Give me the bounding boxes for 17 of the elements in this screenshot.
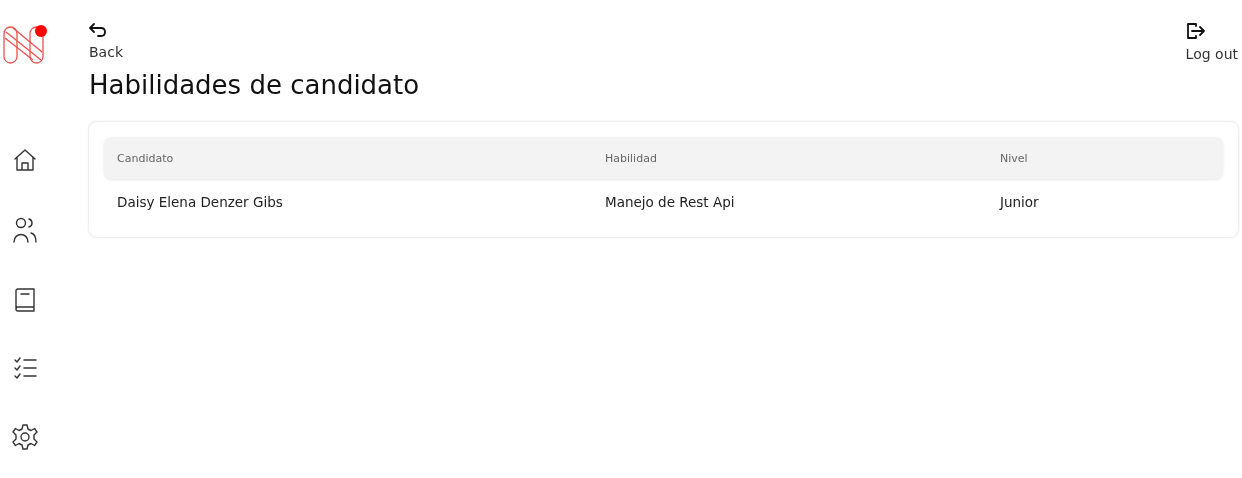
back-button[interactable]: Back (89, 22, 123, 62)
checklist-icon[interactable] (13, 357, 37, 379)
home-icon[interactable] (13, 148, 37, 172)
logout-button[interactable]: Log out (1185, 22, 1238, 62)
users-icon[interactable] (13, 217, 37, 243)
logo-icon (3, 24, 47, 66)
column-header: Habilidad (605, 151, 658, 165)
column-header: Nivel (1000, 151, 1029, 165)
table-cell-text: Manejo de Rest Api (605, 194, 736, 210)
column-header: Candidato (117, 151, 175, 165)
page-title: Habilidades de candidato (89, 70, 421, 100)
table-cell-text: Daisy Elena Denzer Gibs (117, 194, 284, 210)
settings-icon[interactable] (12, 424, 38, 450)
table-cell-text: Junior (1000, 194, 1040, 210)
book-icon[interactable] (14, 288, 36, 312)
logout-icon (1185, 22, 1206, 40)
back-arrow-icon (89, 22, 107, 38)
